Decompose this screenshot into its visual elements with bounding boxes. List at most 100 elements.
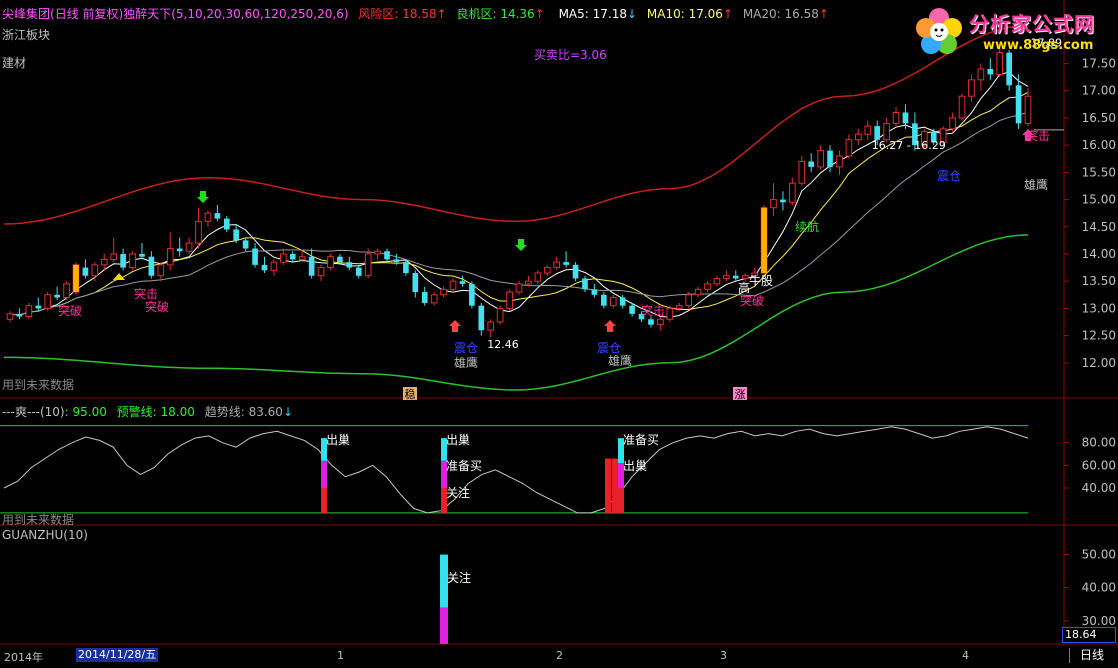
sub2-y-tick-label: 30.00 xyxy=(1082,614,1116,628)
candle-body xyxy=(393,259,400,263)
sub1-warn-value: 18.00 xyxy=(160,405,195,419)
signal-label: 续航 xyxy=(795,219,819,234)
candle-body xyxy=(478,305,485,331)
sub1-signal-label: 准备买 xyxy=(446,459,482,473)
candle-body xyxy=(54,294,60,298)
candle-body xyxy=(770,199,777,209)
candle-body xyxy=(827,150,833,167)
signal-label: 雄鹰 xyxy=(608,353,632,368)
range-label: 16.27 - 16.29 xyxy=(872,139,946,152)
signal-label: 突破 xyxy=(58,303,82,318)
sub1-signal-bar xyxy=(321,460,327,488)
candle-body xyxy=(16,313,23,317)
candle-body xyxy=(543,267,551,274)
candle-body xyxy=(987,68,994,75)
sub1-y-tick-label: 80.00 xyxy=(1082,436,1116,450)
candle-body xyxy=(100,258,108,266)
candle-body xyxy=(789,182,796,203)
sub1-signal-bar xyxy=(612,458,618,513)
candle-body xyxy=(817,150,824,168)
sub2-bar xyxy=(440,607,448,644)
tag-rise: 涨 xyxy=(735,388,746,401)
sub1-signal-bar xyxy=(618,488,624,513)
candle-body xyxy=(892,112,900,124)
candle-body xyxy=(713,277,721,285)
candle-body xyxy=(487,321,495,331)
candle-body xyxy=(459,281,466,284)
signal-label: 突破 xyxy=(145,299,169,314)
candle-body xyxy=(648,319,654,325)
sub1-signal-bar xyxy=(321,488,327,513)
candle-body xyxy=(289,253,296,260)
breakout-candle xyxy=(761,207,767,274)
candle-body xyxy=(572,264,579,279)
timeline-month-2: 2 xyxy=(556,649,563,662)
candle-body xyxy=(157,264,165,277)
sub1-title[interactable]: ---爽---(10) xyxy=(2,405,65,419)
y-tick-label: 14.00 xyxy=(1082,247,1116,261)
candle-body xyxy=(82,267,89,276)
candle-body xyxy=(798,160,806,184)
tag-stable: 稳 xyxy=(405,387,416,401)
candle-body xyxy=(374,250,381,255)
candle-body xyxy=(449,280,457,290)
sub1-signal-label: 出巢 xyxy=(326,433,350,447)
y-tick-label: 15.00 xyxy=(1082,193,1116,207)
buy-sell-ratio: 买卖比=3.06 xyxy=(534,48,607,62)
signal-label: 雄鹰 xyxy=(454,355,478,370)
logo-url[interactable]: www.88gs.com xyxy=(983,38,1093,53)
candle-body xyxy=(977,68,985,81)
candle-body xyxy=(515,283,523,293)
sub2-title[interactable]: GUANZHU(10) xyxy=(2,528,88,542)
risk-value: 18.58 xyxy=(402,7,437,21)
candle-body xyxy=(619,297,626,306)
signal-label: 震仓 xyxy=(597,341,621,355)
buy-arrow-down-icon xyxy=(197,191,209,203)
signal-label: 牛股 xyxy=(749,273,773,288)
buy-arrow-up-icon xyxy=(449,320,461,332)
candle-body xyxy=(270,261,278,271)
candle-body xyxy=(317,267,325,277)
candle-body xyxy=(685,294,692,307)
candle-body xyxy=(63,283,70,299)
sub2-signal-label: 关注 xyxy=(447,570,471,585)
sub1-y-tick-label: 40.00 xyxy=(1082,481,1116,495)
candle-body xyxy=(139,253,145,257)
candle-body xyxy=(166,248,174,266)
candle-body xyxy=(223,218,230,230)
logo-title: 分析家公式网 xyxy=(969,12,1095,36)
indicator-name[interactable]: 独醉天下(5,10,20,30,60,120,250,20,6) xyxy=(123,7,348,21)
candle-body xyxy=(364,253,372,277)
period-button[interactable]: 日线 xyxy=(1069,648,1114,663)
stock-name[interactable]: 尖峰集团 xyxy=(2,7,50,21)
timeline-cursor-date[interactable]: 2014/11/28/五 xyxy=(76,648,159,662)
sub1-y-tick-label: 60.00 xyxy=(1082,458,1116,472)
candle-body xyxy=(958,95,966,119)
candle-body xyxy=(496,307,504,323)
sub1-signal-label: 出巢 xyxy=(623,459,647,473)
candle-body xyxy=(214,213,221,219)
sub1-signal-label: 准备买 xyxy=(623,433,659,447)
sub1-signal-bar xyxy=(605,458,611,513)
chart-stage: 12.00 12.50 13.00 13.50 14.00 14.50 15.00 15.50… xyxy=(0,0,1118,665)
candle-body xyxy=(657,318,664,326)
signal-label: 突击 xyxy=(641,303,665,318)
ma10-label: MA10: xyxy=(646,7,689,21)
ma5-label: MA5: xyxy=(558,7,593,21)
candle-body xyxy=(44,294,52,309)
candle-body xyxy=(601,294,607,306)
candle-body xyxy=(412,273,419,293)
signal-label: 雄鹰 xyxy=(1024,177,1048,192)
candle-body xyxy=(469,283,475,306)
signal-label: 突破 xyxy=(740,293,764,308)
candle-body xyxy=(534,272,542,282)
y-tick-label: 14.50 xyxy=(1082,220,1116,234)
ma10-value: 17.06 xyxy=(688,7,723,21)
sub1-trend-label: 趋势线: xyxy=(204,405,249,419)
candle-body xyxy=(902,112,909,124)
sub1-warn-label: 预警线: xyxy=(116,405,161,419)
candle-body xyxy=(129,253,136,269)
signal-label: 突击 xyxy=(134,286,158,301)
y-tick-label: 17.00 xyxy=(1082,84,1116,98)
candle-body xyxy=(242,240,249,249)
